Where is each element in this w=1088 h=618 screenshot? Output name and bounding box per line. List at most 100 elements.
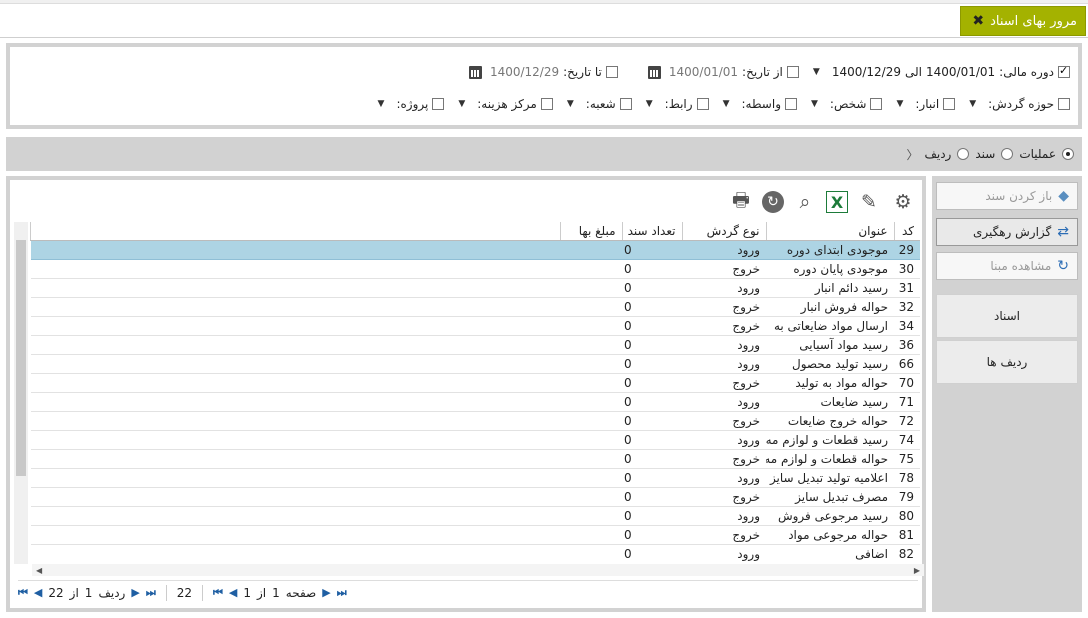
col-header-code[interactable]: کد bbox=[893, 222, 920, 241]
filter-dropdown[interactable]: ▼ bbox=[378, 99, 385, 109]
filter-dropdown[interactable]: ▼ bbox=[811, 99, 818, 109]
cell-doc-count: 0 bbox=[622, 373, 682, 393]
table-row[interactable]: 32 حواله فروش انبار خروج 0 bbox=[30, 297, 920, 317]
cell-code: 70 bbox=[894, 373, 920, 393]
filter-checkbox[interactable] bbox=[696, 98, 709, 110]
edit-pen-icon[interactable]: ✎ bbox=[856, 189, 882, 215]
calendar-icon[interactable] bbox=[647, 65, 661, 79]
cell-flow-type: ورود bbox=[682, 430, 766, 450]
table-row[interactable]: 36 رسید مواد آسیایی ورود 0 bbox=[30, 335, 920, 355]
horizontal-scrollbar[interactable]: ◀ ▶ bbox=[32, 564, 924, 576]
table-row[interactable]: 70 حواله مواد به تولید خروج 0 bbox=[30, 373, 920, 393]
table-row[interactable]: 34 ارسال مواد ضایعاتی به خروج 0 bbox=[30, 316, 920, 336]
filter-checkbox[interactable] bbox=[785, 98, 797, 110]
table-row[interactable]: 79 مصرف تبدیل سایز خروج 0 bbox=[30, 487, 920, 507]
cell-code: 71 bbox=[894, 392, 920, 412]
cell-filler bbox=[30, 354, 560, 374]
col-header-title[interactable]: عنوان bbox=[765, 222, 894, 241]
table-row[interactable]: 66 رسید تولید محصول ورود 0 bbox=[30, 354, 920, 374]
open-document-button[interactable]: باز کردن سند ◆ bbox=[936, 182, 1078, 210]
scroll-right-icon[interactable]: ▶ bbox=[914, 566, 920, 575]
table-row[interactable]: 80 رسید مرجوعی فروش ورود 0 bbox=[30, 506, 920, 526]
row-total: 22 bbox=[48, 585, 64, 600]
cell-filler bbox=[30, 487, 560, 507]
table-row[interactable]: 74 رسید قطعات و لوازم مه ورود 0 bbox=[30, 430, 920, 450]
rows-tab[interactable]: ردیف ها bbox=[936, 340, 1078, 384]
to-date-checkbox[interactable] bbox=[605, 66, 618, 78]
filter-checkbox[interactable] bbox=[619, 98, 632, 110]
view-base-button[interactable]: مشاهده مبنا ↻ bbox=[936, 252, 1078, 280]
table-row[interactable]: 82 اضافی ورود 0 bbox=[30, 544, 920, 562]
row-current[interactable]: 1 bbox=[85, 586, 93, 600]
cell-flow-type: ورود bbox=[682, 544, 766, 562]
window-tab[interactable]: ✖ مرور بهای اسناد bbox=[960, 6, 1086, 36]
filter-checkbox[interactable] bbox=[943, 98, 956, 110]
radio-operations[interactable] bbox=[1062, 148, 1074, 160]
radio-row[interactable] bbox=[957, 148, 970, 160]
scroll-thumb[interactable] bbox=[16, 240, 26, 476]
last-page-icon[interactable]: ⏭ bbox=[337, 586, 347, 600]
fiscal-period-checkbox[interactable] bbox=[1058, 64, 1070, 78]
filter-checkbox[interactable] bbox=[1058, 98, 1070, 110]
cell-title: موجودی پایان دوره bbox=[766, 259, 894, 279]
to-date-input[interactable]: 1400/12/29 bbox=[490, 65, 559, 79]
excel-export-icon[interactable]: X bbox=[826, 191, 848, 213]
table-row[interactable]: 30 موجودی پایان دوره خروج 0 bbox=[30, 259, 920, 279]
radio-document[interactable] bbox=[1001, 148, 1014, 160]
scroll-left-icon[interactable]: ◀ bbox=[36, 566, 42, 575]
cell-amount bbox=[560, 354, 622, 374]
prev-row-icon[interactable]: ◀ bbox=[34, 586, 42, 599]
next-row-icon[interactable]: ▶ bbox=[131, 586, 139, 599]
cell-code: 75 bbox=[894, 449, 920, 469]
search-icon[interactable]: ⌕ bbox=[792, 189, 818, 215]
first-page-icon[interactable]: ⏮ bbox=[213, 586, 223, 600]
page-current[interactable]: 1 bbox=[272, 586, 280, 600]
filter-dropdown[interactable]: ▼ bbox=[723, 99, 730, 109]
prev-page-icon[interactable]: ◀ bbox=[229, 586, 237, 599]
filter-dropdown[interactable]: ▼ bbox=[896, 99, 903, 109]
filter-dropdown[interactable]: ▼ bbox=[646, 99, 653, 109]
trace-report-button[interactable]: گزارش رهگیری ⇄ bbox=[936, 218, 1078, 246]
data-table: کد عنوان نوع گردش تعداد سند مبلغ بها 29 م… bbox=[30, 222, 920, 562]
calendar-icon[interactable] bbox=[468, 65, 482, 79]
fiscal-period-dropdown[interactable]: ▼ bbox=[813, 67, 820, 77]
from-date-checkbox[interactable] bbox=[786, 66, 799, 78]
next-page-icon[interactable]: ▶ bbox=[322, 586, 330, 599]
table-row[interactable]: 71 رسید ضایعات ورود 0 bbox=[30, 392, 920, 412]
window-title: مرور بهای اسناد bbox=[990, 13, 1077, 29]
last-row-icon[interactable]: ⏭ bbox=[146, 586, 156, 600]
filter-dropdown[interactable]: ▼ bbox=[567, 99, 574, 109]
cell-filler bbox=[30, 373, 560, 393]
cell-code: 31 bbox=[894, 278, 920, 298]
from-date-input[interactable]: 1400/01/01 bbox=[669, 65, 738, 79]
table-row[interactable]: 78 اعلامیه تولید تبدیل سایز ورود 0 bbox=[30, 468, 920, 488]
cell-flow-type: خروج bbox=[682, 373, 766, 393]
first-row-icon[interactable]: ⏮ bbox=[18, 586, 28, 600]
cell-doc-count: 0 bbox=[622, 430, 682, 450]
filter-checkbox[interactable] bbox=[870, 98, 883, 110]
col-header-doc-count[interactable]: تعداد سند bbox=[621, 222, 682, 241]
table-row[interactable]: 75 حواله قطعات و لوازم مه خروج 0 bbox=[30, 449, 920, 469]
cell-flow-type: خروج bbox=[682, 449, 766, 469]
cell-amount bbox=[560, 392, 622, 412]
filter-dropdown[interactable]: ▼ bbox=[969, 99, 976, 109]
view-mode-bar: عملیات سند ردیف 〈 bbox=[6, 137, 1082, 171]
col-header-flow-type[interactable]: نوع گردش bbox=[681, 222, 766, 241]
filter-checkbox[interactable] bbox=[540, 98, 553, 110]
print-icon[interactable]: 🖶 bbox=[728, 189, 754, 215]
table-row[interactable]: 72 حواله خروج ضایعات خروج 0 bbox=[30, 411, 920, 431]
chevron-left-icon[interactable]: 〈 bbox=[906, 146, 918, 163]
table-row[interactable]: 31 رسید دائم انبار ورود 0 bbox=[30, 278, 920, 298]
filter-checkbox[interactable] bbox=[432, 98, 445, 110]
cell-amount bbox=[560, 335, 622, 355]
close-icon[interactable]: ✖ bbox=[972, 13, 984, 29]
settings-gear-icon[interactable]: ⚙ bbox=[890, 189, 916, 215]
filter-label: پروژه: bbox=[396, 97, 429, 111]
documents-tab[interactable]: اسناد bbox=[936, 294, 1078, 338]
filter-dropdown[interactable]: ▼ bbox=[458, 99, 465, 109]
refresh-icon[interactable]: ↻ bbox=[762, 191, 784, 213]
table-row[interactable]: 81 حواله مرجوعی مواد خروج 0 bbox=[30, 525, 920, 545]
table-row[interactable]: 29 موجودی ابتدای دوره ورود 0 bbox=[30, 240, 920, 260]
cell-title: ارسال مواد ضایعاتی به bbox=[766, 316, 894, 336]
col-header-amount[interactable]: مبلغ بها bbox=[559, 222, 622, 241]
